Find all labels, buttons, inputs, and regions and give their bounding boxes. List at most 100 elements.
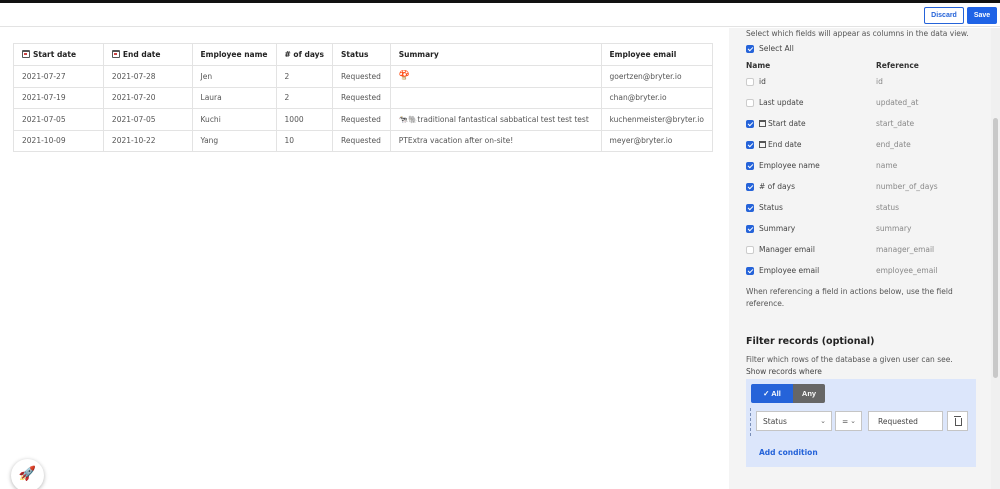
save-button[interactable]: Save	[967, 7, 997, 24]
column-header-employee-email[interactable]: Employee email	[600, 43, 714, 66]
cell-employee-email: kuchenmeister@bryter.io	[600, 108, 714, 131]
top-toolbar: Discard Save	[0, 3, 1000, 27]
cell-employee-name: Laura	[191, 86, 277, 109]
field-reference: employee_email	[876, 266, 938, 275]
field-checkbox-days[interactable]	[746, 183, 754, 191]
table-header-row: Start date End date Employee name # of d…	[13, 43, 714, 66]
field-row-last-update[interactable]: Last update updated_at	[746, 98, 976, 110]
field-name: Manager email	[759, 245, 815, 254]
field-row-status[interactable]: Status status	[746, 203, 976, 215]
field-reference: end_date	[876, 140, 911, 149]
cell-status: Requested	[332, 129, 391, 152]
field-checkbox-last-update[interactable]	[746, 99, 754, 107]
field-row-employee-name[interactable]: Employee name name	[746, 161, 976, 173]
field-reference-hint-continued: reference.	[746, 299, 785, 308]
discard-button[interactable]: Discard	[924, 7, 964, 24]
column-header-days[interactable]: # of days	[275, 43, 334, 66]
field-row-manager-email[interactable]: Manager email manager_email	[746, 245, 976, 257]
cell-days: 2	[275, 86, 334, 109]
cell-end-date: 2021-07-28	[102, 65, 193, 88]
delete-condition-button[interactable]	[947, 411, 968, 431]
field-row-summary[interactable]: Summary summary	[746, 224, 976, 236]
cell-start-date: 2021-07-27	[13, 65, 104, 88]
condition-connector-line	[750, 408, 754, 436]
condition-value-input[interactable]: Requested	[868, 411, 943, 431]
match-all-button[interactable]: ✓ All	[751, 384, 793, 403]
cell-days: 1000	[275, 108, 334, 131]
condition-operator-value: =	[842, 417, 849, 426]
field-row-employee-email[interactable]: Employee email employee_email	[746, 266, 976, 278]
field-checkbox-employee-email[interactable]	[746, 267, 754, 275]
chevron-down-icon: ⌄	[850, 417, 856, 425]
column-header-start-date[interactable]: Start date	[13, 43, 104, 66]
cell-employee-email: goertzen@bryter.io	[600, 65, 714, 88]
field-reference: summary	[876, 224, 912, 233]
cell-end-date: 2021-10-22	[102, 129, 193, 152]
cell-end-date: 2021-07-20	[102, 86, 193, 109]
field-checkbox-id[interactable]	[746, 78, 754, 86]
cell-days: 10	[275, 129, 334, 152]
field-name: # of days	[759, 182, 795, 191]
cell-employee-email: meyer@bryter.io	[600, 129, 714, 152]
column-header-end-date[interactable]: End date	[102, 43, 193, 66]
field-checkbox-start-date[interactable]	[746, 120, 754, 128]
table-row[interactable]: 2021-07-19 2021-07-20 Laura 2 Requested …	[13, 86, 714, 109]
field-name: Employee email	[759, 266, 820, 275]
field-name: Summary	[759, 224, 796, 233]
field-reference: number_of_days	[876, 182, 938, 191]
cell-end-date: 2021-07-05	[102, 108, 193, 131]
cell-status: Requested	[332, 108, 391, 131]
fields-column-reference: Reference	[876, 61, 919, 70]
field-row-end-date[interactable]: End date end_date	[746, 140, 976, 152]
field-row-start-date[interactable]: Start date start_date	[746, 119, 976, 131]
condition-operator-select[interactable]: = ⌄	[835, 411, 862, 431]
data-view-table: Start date End date Employee name # of d…	[13, 43, 714, 152]
column-header-employee-name[interactable]: Employee name	[191, 43, 277, 66]
table-row[interactable]: 2021-07-05 2021-07-05 Kuchi 1000 Request…	[13, 108, 714, 131]
field-name: End date	[759, 140, 802, 149]
chevron-down-icon: ⌄	[820, 417, 826, 425]
add-condition-link[interactable]: Add condition	[759, 448, 818, 457]
field-checkbox-summary[interactable]	[746, 225, 754, 233]
cell-start-date: 2021-07-05	[13, 108, 104, 131]
calendar-icon	[22, 50, 30, 58]
calendar-icon	[759, 120, 766, 127]
cell-employee-name: Kuchi	[191, 108, 277, 131]
field-checkbox-status[interactable]	[746, 204, 754, 212]
field-reference: name	[876, 161, 898, 170]
side-panel-scroll-thumb[interactable]	[993, 118, 998, 378]
field-checkbox-manager-email[interactable]	[746, 246, 754, 254]
cell-summary: PTExtra vacation after on-site!	[389, 129, 602, 152]
cell-start-date: 2021-07-19	[13, 86, 104, 109]
cell-summary: 🍄	[389, 65, 602, 88]
field-name: Status	[759, 203, 783, 212]
field-name: Employee name	[759, 161, 820, 170]
field-name: Start date	[759, 119, 806, 128]
field-reference: updated_at	[876, 98, 919, 107]
filter-records-title: Filter records (optional)	[746, 336, 875, 347]
fields-intro-text: Select which fields will appear as colum…	[746, 29, 969, 38]
rocket-launcher-button[interactable]: 🚀	[11, 459, 44, 489]
condition-field-select[interactable]: Status ⌄	[756, 411, 832, 431]
field-row-days[interactable]: # of days number_of_days	[746, 182, 976, 194]
cell-summary: 🐄🐘traditional fantastical sabbatical tes…	[389, 108, 602, 131]
field-reference-hint: When referencing a field in actions belo…	[746, 287, 953, 296]
cell-employee-email: chan@bryter.io	[600, 86, 714, 109]
calendar-icon	[759, 141, 766, 148]
field-reference: status	[876, 203, 900, 212]
show-records-where-label: Show records where	[746, 367, 822, 376]
column-header-status[interactable]: Status	[332, 43, 391, 66]
table-row[interactable]: 2021-10-09 2021-10-22 Yang 10 Requested …	[13, 129, 714, 152]
rocket-icon: 🚀	[18, 466, 37, 482]
field-name: Last update	[759, 98, 804, 107]
select-all-row[interactable]: Select All	[746, 44, 976, 56]
table-row[interactable]: 2021-07-27 2021-07-28 Jen 2 Requested 🍄 …	[13, 65, 714, 88]
field-reference: id	[876, 77, 883, 86]
column-header-summary[interactable]: Summary	[389, 43, 602, 66]
match-any-button[interactable]: Any	[793, 384, 825, 403]
cell-employee-name: Jen	[191, 65, 277, 88]
field-checkbox-end-date[interactable]	[746, 141, 754, 149]
field-row-id[interactable]: id id	[746, 77, 976, 89]
select-all-checkbox[interactable]	[746, 45, 754, 53]
field-checkbox-employee-name[interactable]	[746, 162, 754, 170]
